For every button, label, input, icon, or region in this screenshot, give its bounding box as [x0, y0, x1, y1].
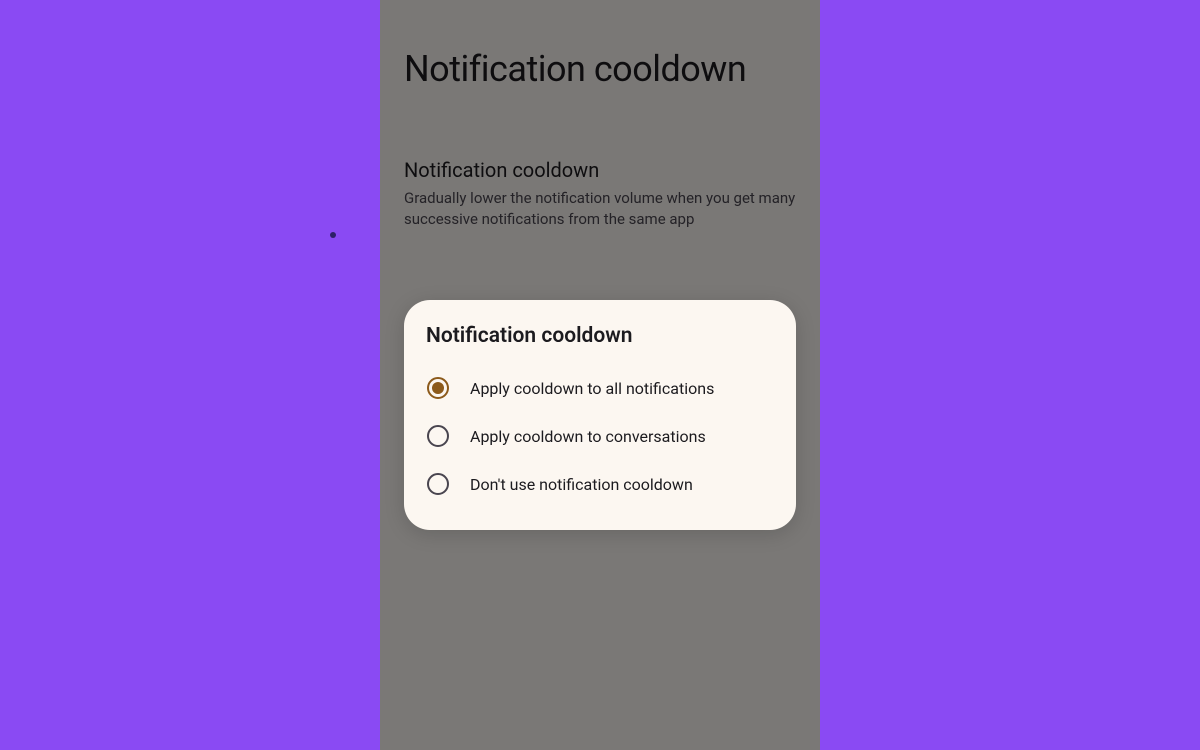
radio-label: Apply cooldown to conversations — [470, 427, 706, 446]
radio-option-all[interactable]: Apply cooldown to all notifications — [420, 364, 780, 412]
radio-option-conversations[interactable]: Apply cooldown to conversations — [420, 412, 780, 460]
radio-icon — [426, 424, 450, 448]
radio-label: Don't use notification cooldown — [470, 475, 693, 494]
radio-icon — [426, 472, 450, 496]
dot-marker — [330, 232, 336, 238]
radio-label: Apply cooldown to all notifications — [470, 379, 714, 398]
radio-option-disable[interactable]: Don't use notification cooldown — [420, 460, 780, 508]
dialog-notification-cooldown: Notification cooldown Apply cooldown to … — [404, 300, 796, 530]
phone-screen: Notification cooldown Notification coold… — [380, 0, 820, 750]
radio-icon — [426, 376, 450, 400]
dialog-title: Notification cooldown — [420, 324, 780, 348]
